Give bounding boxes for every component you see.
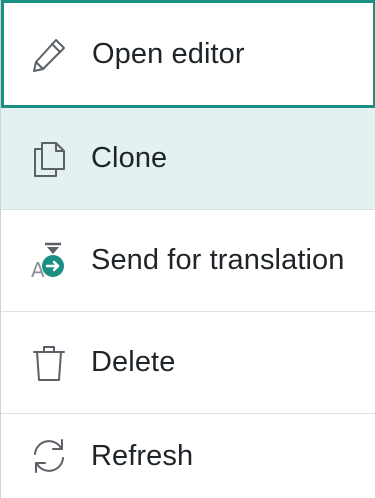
menu-item-clone[interactable]: Clone — [1, 108, 375, 210]
menu-item-label: Send for translation — [91, 244, 345, 276]
menu-item-label: Clone — [91, 142, 168, 174]
refresh-icon — [27, 434, 71, 478]
menu-item-delete[interactable]: Delete — [1, 312, 375, 414]
menu-item-refresh[interactable]: Refresh — [1, 414, 375, 498]
menu-item-label: Delete — [91, 346, 176, 378]
menu-item-label: Refresh — [91, 439, 194, 472]
translate-icon: A — [27, 239, 71, 283]
trash-icon — [27, 341, 71, 385]
menu-item-open-editor[interactable]: Open editor — [1, 0, 375, 108]
copy-icon — [27, 137, 71, 181]
context-menu: Open editor Clone A Send for translation — [0, 0, 375, 498]
menu-item-send-for-translation[interactable]: A Send for translation — [1, 210, 375, 312]
menu-item-label: Open editor — [92, 37, 245, 70]
pencil-icon — [28, 32, 72, 76]
